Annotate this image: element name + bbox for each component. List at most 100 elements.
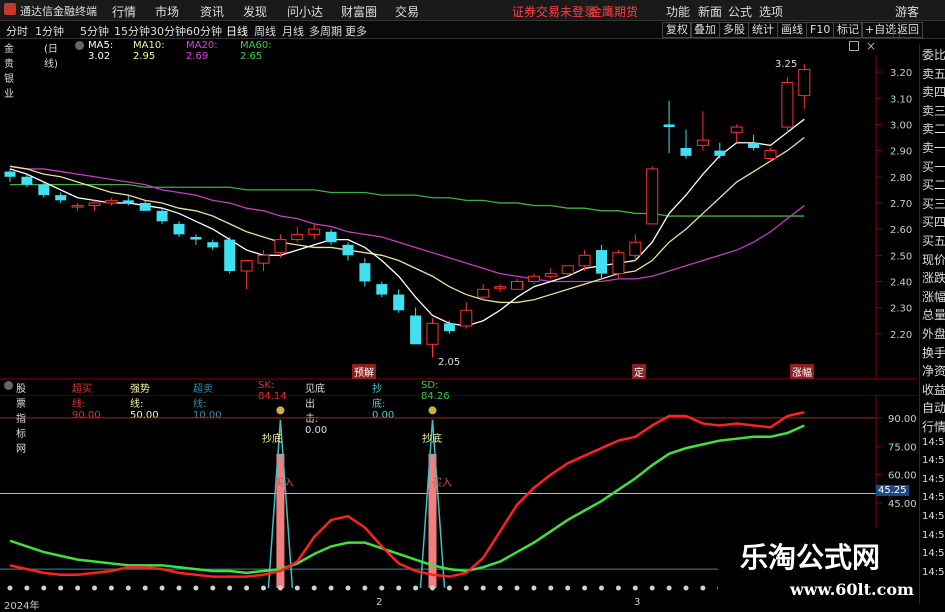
tf-intraday[interactable]: 分时 <box>6 23 28 39</box>
candle-body-up[interactable] <box>544 273 557 277</box>
candle-body-up[interactable] <box>71 205 84 208</box>
candle-body-down[interactable] <box>207 242 219 248</box>
candle-body-up[interactable] <box>257 254 270 264</box>
candle-body-up[interactable] <box>696 139 709 146</box>
candle-body-down[interactable] <box>55 195 67 201</box>
menu-item-function[interactable]: 功能 <box>666 3 690 20</box>
menu-item-news[interactable]: 资讯 <box>200 3 224 20</box>
menu-item-trade[interactable]: 交易 <box>395 3 419 20</box>
candle-body-down[interactable] <box>190 236 202 240</box>
candle-body-up[interactable] <box>764 150 777 159</box>
quote-panel-label: 现价 <box>922 252 945 267</box>
candle-body-down[interactable] <box>21 176 33 185</box>
tf-more[interactable]: 更多 <box>345 23 367 39</box>
baseline-dot <box>413 585 419 591</box>
chart-settings-icon[interactable] <box>849 41 859 51</box>
baseline-dot <box>227 585 233 591</box>
candle-body-up[interactable] <box>477 288 490 298</box>
indicator-settings-icon[interactable] <box>4 381 13 390</box>
candle-body-down[interactable] <box>139 202 151 211</box>
candle-body-down[interactable] <box>156 210 168 222</box>
candle-body-down[interactable] <box>224 239 236 272</box>
candle-body-up[interactable] <box>781 82 794 128</box>
tf-multi[interactable]: 多周期 <box>309 23 342 39</box>
candle-body-down[interactable] <box>443 323 455 332</box>
candle-body-up[interactable] <box>561 265 574 275</box>
candle-body-up[interactable] <box>612 252 625 275</box>
tf-30min[interactable]: 30分钟 <box>150 23 186 39</box>
chart-close-icon[interactable]: × <box>866 39 876 53</box>
btn-restore-rights[interactable]: 复权 <box>662 22 692 38</box>
candle-body-up[interactable] <box>291 233 304 241</box>
baseline-dot <box>193 585 199 591</box>
candle-body-down[interactable] <box>38 184 50 196</box>
tf-monthly[interactable]: 月线 <box>282 23 304 39</box>
candle-body-down[interactable] <box>4 171 16 177</box>
btn-f10[interactable]: F10 <box>806 22 835 38</box>
menu-item-newpage[interactable]: 新面 <box>698 3 722 20</box>
candle-body-down[interactable] <box>359 263 371 282</box>
quote-panel-label: 买五 <box>922 234 945 248</box>
candle-body-down[interactable] <box>410 315 422 345</box>
candle-body-up[interactable] <box>629 241 642 256</box>
menu-item-discover[interactable]: 发现 <box>243 3 267 20</box>
candle-body-down[interactable] <box>342 244 354 256</box>
btn-mark[interactable]: 标记 <box>833 22 863 38</box>
tf-15min[interactable]: 15分钟 <box>114 23 150 39</box>
menu-item-wealth[interactable]: 财富圈 <box>341 3 377 20</box>
candle-body-down[interactable] <box>325 231 337 243</box>
main-candlestick-chart[interactable]: 3.20 3.10 3.00 2.90 2.80 2.70 2.60 2.50 2.40 2.30… <box>0 55 918 380</box>
candle-body-down[interactable] <box>748 142 760 148</box>
candle-body-up[interactable] <box>308 228 321 235</box>
candle-body-up[interactable] <box>88 202 101 207</box>
candle-body-down[interactable] <box>596 250 607 274</box>
event-mark-3[interactable]: 涨幅 <box>790 364 814 379</box>
baseline-dot <box>446 585 452 591</box>
tf-5min[interactable]: 5分钟 <box>80 23 109 39</box>
tf-60min[interactable]: 60分钟 <box>186 23 222 39</box>
candle-body-down[interactable] <box>663 124 675 128</box>
low-annotation: 2.05 <box>438 357 461 368</box>
tf-1min[interactable]: 1分钟 <box>35 23 64 39</box>
candle-body-up[interactable] <box>798 68 811 97</box>
baseline-dot <box>379 585 385 591</box>
candle-body-up[interactable] <box>426 322 439 345</box>
candle-body-up[interactable] <box>646 168 659 225</box>
candle-body-down[interactable] <box>122 200 134 203</box>
candle-body-up[interactable] <box>494 286 507 289</box>
menu-item-options[interactable]: 选项 <box>759 3 783 20</box>
candle-body-down[interactable] <box>173 223 185 235</box>
btn-overlay[interactable]: 叠加 <box>690 22 720 38</box>
menu-item-exchange[interactable]: 市场 <box>155 3 179 20</box>
candle-body-down[interactable] <box>393 294 405 311</box>
candle-body-up[interactable] <box>240 260 253 272</box>
candle-body-up[interactable] <box>527 275 540 282</box>
candle-body-up[interactable] <box>511 280 523 290</box>
candle-body-down[interactable] <box>714 150 726 156</box>
baseline-dot <box>277 585 283 591</box>
candle-body-up[interactable] <box>274 239 287 254</box>
btn-multi-stock[interactable]: 多股 <box>719 22 749 38</box>
menu-item-formula[interactable]: 公式 <box>728 3 752 20</box>
event-mark-2[interactable]: 定 <box>632 364 646 379</box>
btn-back[interactable]: 返回 <box>893 22 923 38</box>
menu-item-ask[interactable]: 问小达 <box>287 3 323 20</box>
settings-icon[interactable] <box>75 41 84 50</box>
candle-body-up[interactable] <box>460 309 473 327</box>
menu-item-market[interactable]: 行情 <box>112 3 136 20</box>
tf-weekly[interactable]: 周线 <box>254 23 276 39</box>
guest-label[interactable]: 游客 <box>895 3 919 20</box>
quote-panel-label: 行情 <box>922 420 945 434</box>
watermark-title: 乐淘公式网 <box>740 541 881 574</box>
quote-panel-label: 自动 <box>922 401 945 416</box>
candle-body-down[interactable] <box>376 284 388 295</box>
candle-body-up[interactable] <box>105 199 118 204</box>
candle-body-down[interactable] <box>680 147 692 156</box>
candle-body-up[interactable] <box>578 254 591 267</box>
login-warning[interactable]: 证券交易未登录 <box>512 3 596 20</box>
btn-stats[interactable]: 统计 <box>748 22 778 38</box>
event-mark-1[interactable]: 预解 <box>352 364 376 379</box>
tf-daily[interactable]: 日线 <box>226 23 248 39</box>
btn-draw[interactable]: 画线 <box>777 22 807 38</box>
candle-body-up[interactable] <box>730 126 743 133</box>
